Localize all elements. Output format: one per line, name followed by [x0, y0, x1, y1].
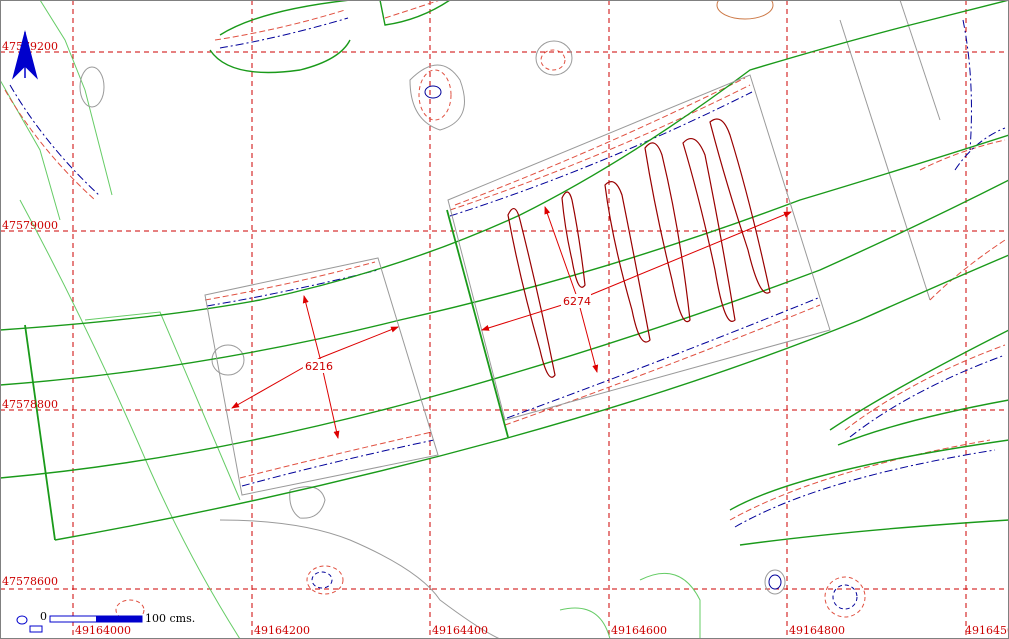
x-label-49164800: 49164800 [789, 624, 845, 637]
dimension-arrows [231, 206, 792, 439]
x-label-49164000: 49164000 [75, 624, 131, 637]
area-label-6274: 6274 [563, 295, 591, 308]
y-label-47578600: 47578600 [2, 575, 58, 588]
transect-loops [507, 118, 771, 378]
small-hills [115, 0, 866, 621]
contour-bands [4, 0, 1006, 528]
road-lines [0, 0, 1009, 546]
map-canvas[interactable]: 6216 6274 47579200 47579000 47578800 475… [0, 0, 1009, 639]
x-label-49164500: 49164500 [965, 624, 1009, 637]
scale-end-label: 100 cms. [145, 612, 195, 625]
scale-zero-label: 0 [40, 610, 47, 623]
x-label-49164600: 49164600 [611, 624, 667, 637]
field-boundaries [0, 0, 701, 639]
grid-lines [0, 0, 1009, 639]
x-label-49164400: 49164400 [432, 624, 488, 637]
y-label-47579000: 47579000 [2, 219, 58, 232]
survey-boxes [204, 74, 831, 496]
terrain-outlines [79, 0, 941, 639]
area-label-6216: 6216 [305, 360, 333, 373]
y-label-47578800: 47578800 [2, 398, 58, 411]
x-label-49164200: 49164200 [254, 624, 310, 637]
north-arrow-icon [12, 30, 38, 80]
grid-coordinate-labels: 47579200 47579000 47578800 47578600 4916… [2, 40, 1009, 637]
